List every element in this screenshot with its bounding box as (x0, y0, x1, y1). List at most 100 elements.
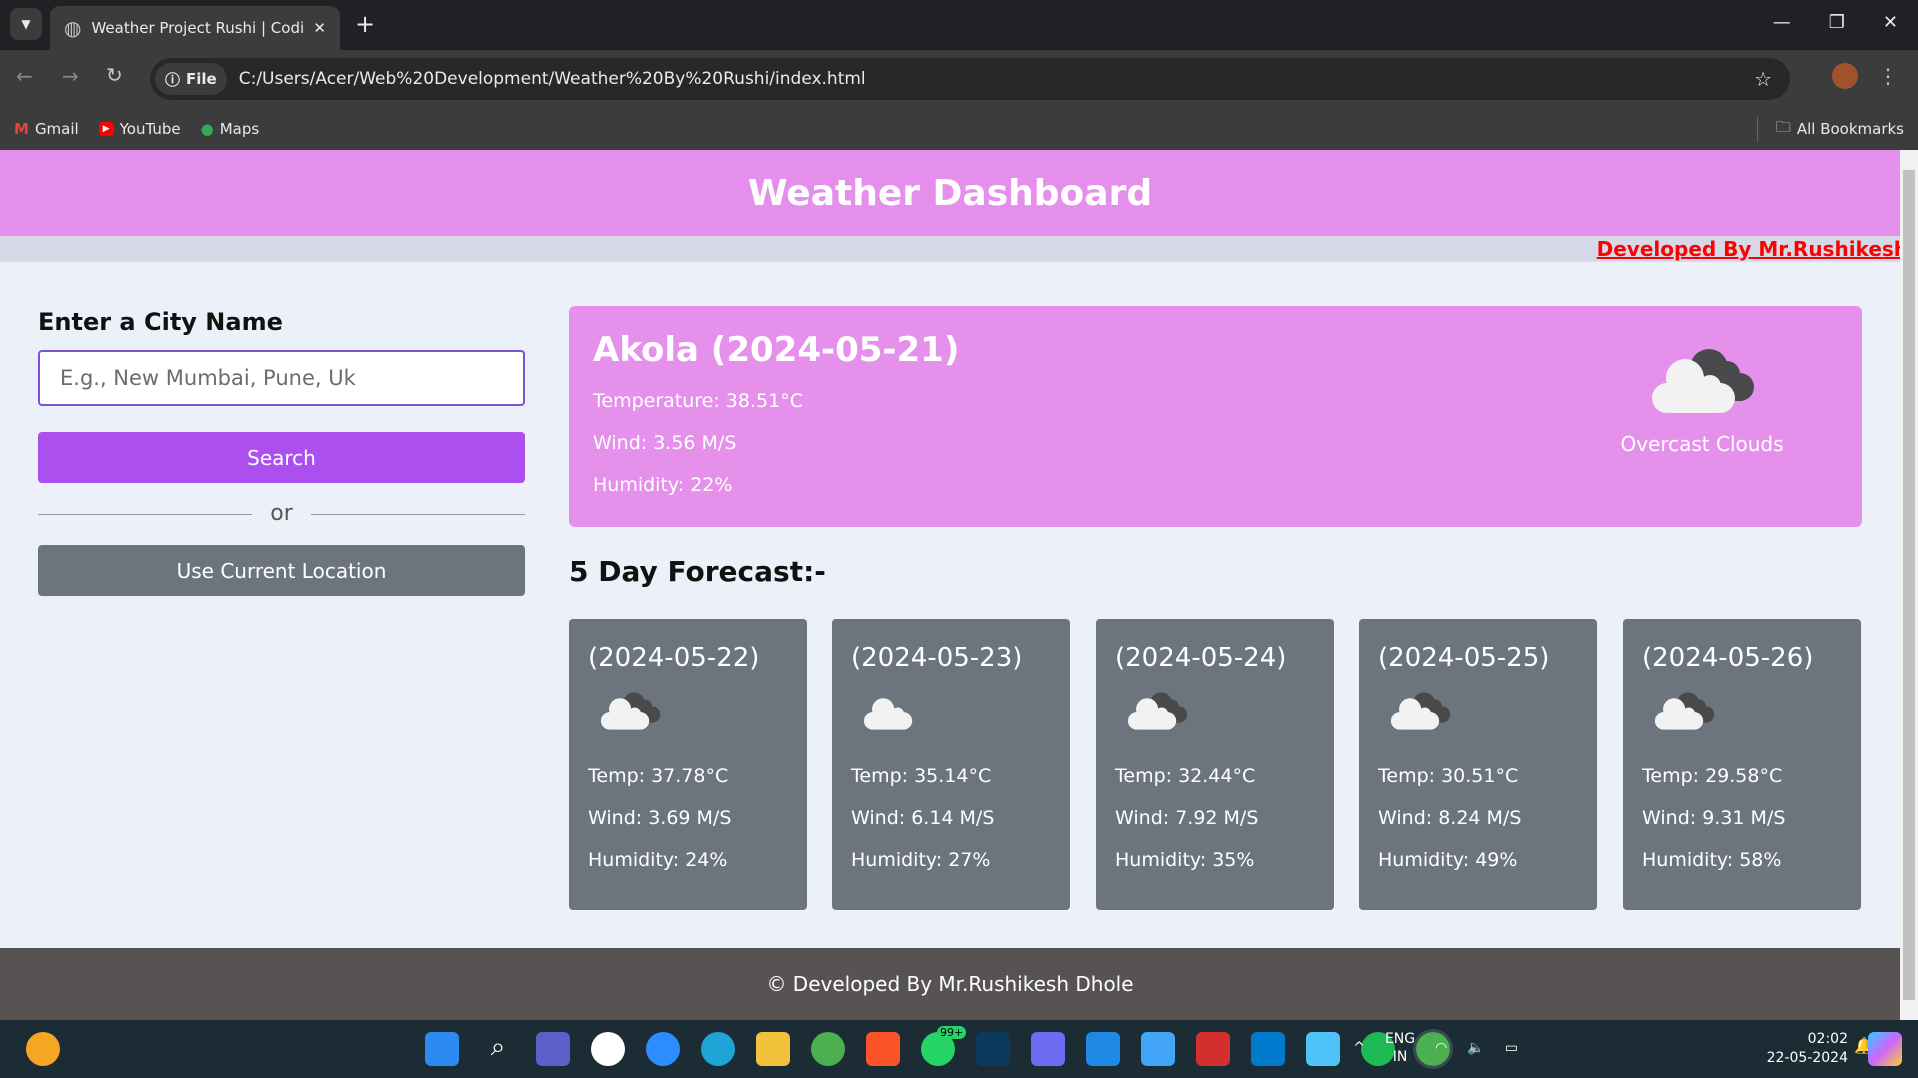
forecast-card: (2024-05-25) Temp: 30.51°C Wind: 8.24 M/… (1359, 619, 1597, 910)
language-indicator[interactable]: ENG IN (1385, 1030, 1415, 1066)
use-current-location-button[interactable]: Use Current Location (38, 545, 525, 596)
zoom-icon[interactable] (646, 1032, 680, 1066)
bookmarks-bar: M Gmail ▶ YouTube ● Maps 🗀 All Bookmarks (0, 108, 1918, 150)
clock[interactable]: 02:02 22-05-2024 (1767, 1030, 1848, 1068)
reload-icon[interactable]: ↻ (106, 63, 123, 87)
forecast-temp: Temp: 32.44°C (1115, 765, 1256, 787)
page-header: Weather Dashboard (0, 150, 1900, 236)
close-tab-icon[interactable]: ✕ (313, 19, 326, 37)
forecast-date: (2024-05-26) (1642, 643, 1814, 673)
back-icon[interactable]: ← (16, 64, 33, 88)
forecast-date: (2024-05-24) (1115, 643, 1287, 673)
info-icon: ⓘ (165, 70, 181, 89)
or-divider: or (38, 501, 525, 527)
app-icon[interactable] (976, 1032, 1010, 1066)
overcast-clouds-icon (1125, 687, 1315, 745)
forecast-humidity: Humidity: 24% (588, 849, 728, 871)
forecast-wind: Wind: 6.14 M/S (851, 807, 995, 829)
bookmark-star-icon[interactable]: ☆ (1754, 67, 1772, 91)
bookmark-gmail[interactable]: M Gmail (14, 120, 79, 138)
city-label: Enter a City Name (38, 308, 283, 336)
forecast-date: (2024-05-22) (588, 643, 760, 673)
app-icon[interactable] (1086, 1032, 1120, 1066)
minimize-button[interactable]: — (1773, 12, 1791, 33)
current-weather-card: Akola (2024-05-21) Temperature: 38.51°C … (569, 306, 1862, 527)
forecast-temp: Temp: 37.78°C (588, 765, 729, 787)
search-button[interactable]: Search (38, 432, 525, 483)
search-panel: Enter a City Name Search or Use Current … (38, 300, 525, 596)
whatsapp-icon[interactable]: 99+ (921, 1026, 967, 1066)
menu-icon[interactable]: ⋮ (1878, 64, 1898, 88)
wifi-icon[interactable]: ◠ (1435, 1040, 1447, 1056)
overcast-clouds-icon (1652, 687, 1842, 745)
forecast-card: (2024-05-22) Temp: 37.78°C Wind: 3.69 M/… (569, 619, 807, 910)
site-info-chip[interactable]: ⓘ File (155, 63, 227, 95)
url-text[interactable]: C:/Users/Acer/Web%20Development/Weather%… (239, 69, 1754, 89)
search-icon[interactable]: ⌕ (481, 1032, 515, 1066)
maps-icon: ● (200, 120, 214, 138)
bookmark-youtube[interactable]: ▶ YouTube (98, 120, 181, 138)
forecast-date: (2024-05-25) (1378, 643, 1550, 673)
forecast-humidity: Humidity: 58% (1642, 849, 1782, 871)
city-input[interactable] (38, 350, 525, 406)
overcast-clouds-icon (598, 687, 788, 745)
forecast-temp: Temp: 30.51°C (1378, 765, 1519, 787)
app-icon[interactable] (591, 1032, 625, 1066)
volume-icon[interactable]: 🔈 (1467, 1040, 1484, 1056)
brave-icon[interactable] (866, 1032, 900, 1066)
youtube-icon: ▶ (98, 122, 114, 136)
developer-marquee: Developed By Mr.Rushikesh Dhole (1596, 237, 1900, 261)
forecast-card: (2024-05-23) Temp: 35.14°C Wind: 6.14 M/… (832, 619, 1070, 910)
notepad-icon[interactable] (1306, 1032, 1340, 1066)
all-bookmarks[interactable]: 🗀 All Bookmarks (1756, 116, 1904, 142)
close-window-button[interactable]: ✕ (1883, 12, 1898, 33)
vscode-icon[interactable] (1251, 1032, 1285, 1066)
forward-icon[interactable]: → (62, 64, 79, 88)
show-hidden-icons[interactable]: ^ (1353, 1040, 1365, 1056)
forecast-wind: Wind: 8.24 M/S (1378, 807, 1522, 829)
globe-icon: ◍ (64, 16, 82, 40)
forecast-wind: Wind: 7.92 M/S (1115, 807, 1259, 829)
file-explorer-icon[interactable] (756, 1032, 790, 1066)
tab-search-button[interactable]: ▼ (10, 8, 42, 40)
new-tab-button[interactable]: + (355, 10, 375, 38)
tab-bar: ▼ ◍ Weather Project Rushi | CodingNepal … (0, 0, 1918, 50)
scrollbar-thumb[interactable] (1903, 170, 1915, 1000)
overcast-clouds-icon (1388, 687, 1578, 745)
browser-tab[interactable]: ◍ Weather Project Rushi | CodingNepal ✕ (50, 6, 340, 50)
current-description: Overcast Clouds (1620, 432, 1784, 456)
forecast-wind: Wind: 9.31 M/S (1642, 807, 1786, 829)
mail-icon[interactable] (1141, 1032, 1175, 1066)
start-icon[interactable] (425, 1032, 459, 1066)
taskbar: ⌕ 99+ ^ ENG IN ◠ 🔈 ▭ 02:02 22-05-2024 🔔 (0, 1020, 1918, 1078)
page-footer: © Developed By Mr.Rushikesh Dhole (0, 948, 1900, 1020)
profile-avatar[interactable] (1832, 63, 1858, 89)
forecast-card: (2024-05-24) Temp: 32.44°C Wind: 7.92 M/… (1096, 619, 1334, 910)
acrobat-icon[interactable] (1196, 1032, 1230, 1066)
restore-button[interactable]: ❐ (1829, 12, 1845, 33)
forecast-date: (2024-05-23) (851, 643, 1023, 673)
edge-icon[interactable] (701, 1032, 735, 1066)
battery-icon[interactable]: ▭ (1505, 1040, 1518, 1056)
forecast-temp: Temp: 29.58°C (1642, 765, 1783, 787)
folder-icon: 🗀 (1775, 117, 1791, 136)
forecast-wind: Wind: 3.69 M/S (588, 807, 732, 829)
overcast-clouds-icon (1652, 349, 1754, 413)
bookmark-maps[interactable]: ● Maps (201, 120, 260, 138)
forecast-humidity: Humidity: 27% (851, 849, 991, 871)
chrome-icon[interactable] (811, 1032, 845, 1066)
forecast-humidity: Humidity: 49% (1378, 849, 1518, 871)
forecast-card: (2024-05-26) Temp: 29.58°C Wind: 9.31 M/… (1623, 619, 1861, 910)
cloud-icon (861, 687, 1051, 745)
marquee-strip: Developed By Mr.Rushikesh Dhole (0, 236, 1900, 262)
copilot-icon[interactable] (1868, 1032, 1902, 1066)
app-icon[interactable] (1031, 1032, 1065, 1066)
teams-icon[interactable] (536, 1032, 570, 1066)
forecast-title: 5 Day Forecast:- (569, 555, 826, 588)
address-bar[interactable]: ⓘ File C:/Users/Acer/Web%20Development/We… (150, 58, 1790, 100)
current-humidity: Humidity: 22% (593, 474, 733, 496)
weather-widget-icon[interactable] (26, 1032, 60, 1066)
forecast-humidity: Humidity: 35% (1115, 849, 1255, 871)
gmail-icon: M (14, 120, 29, 138)
forecast-temp: Temp: 35.14°C (851, 765, 992, 787)
